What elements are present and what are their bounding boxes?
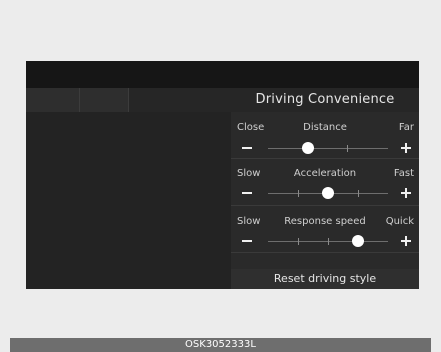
driving-convenience-panel: Close Distance Far Slow Acceleration Fas…	[231, 112, 419, 289]
distance-right-label: Far	[398, 122, 414, 133]
response-speed-slider[interactable]	[268, 235, 388, 247]
caption-bar: OSK3052333L	[10, 338, 431, 352]
distance-increase-button[interactable]	[399, 141, 413, 155]
slider-tick	[347, 145, 348, 152]
slider-tick	[328, 238, 329, 245]
response-speed-right-label: Quick	[385, 216, 414, 227]
slider-tick	[298, 190, 299, 197]
slider-tick	[298, 238, 299, 245]
response-speed-decrease-button[interactable]	[240, 234, 254, 248]
response-speed-increase-button[interactable]	[399, 234, 413, 248]
panel-title: Driving Convenience	[255, 92, 395, 107]
top-status-bar	[26, 61, 419, 88]
slider-knob[interactable]	[302, 142, 314, 154]
reset-driving-style-button[interactable]: Reset driving style	[231, 269, 419, 289]
left-content-area	[26, 112, 231, 289]
image-caption: OSK3052333L	[185, 339, 256, 350]
acceleration-increase-button[interactable]	[399, 186, 413, 200]
acceleration-slider[interactable]	[268, 187, 388, 199]
response-speed-setting: Slow Response speed Quick	[231, 206, 419, 253]
reset-driving-style-label: Reset driving style	[273, 272, 377, 285]
distance-decrease-button[interactable]	[240, 141, 254, 155]
slider-tick	[358, 190, 359, 197]
acceleration-label: Acceleration	[293, 168, 357, 179]
distance-setting: Close Distance Far	[231, 112, 419, 159]
acceleration-decrease-button[interactable]	[240, 186, 254, 200]
acceleration-right-label: Fast	[393, 168, 414, 179]
infotainment-screen: Driving Convenience Close Distance Far S…	[26, 61, 419, 289]
slider-knob[interactable]	[322, 187, 334, 199]
distance-slider[interactable]	[268, 142, 388, 154]
slider-knob[interactable]	[352, 235, 364, 247]
acceleration-setting: Slow Acceleration Fast	[231, 159, 419, 206]
left-tab-1[interactable]	[26, 88, 80, 112]
distance-label: Distance	[303, 122, 347, 133]
left-tab-2[interactable]	[80, 88, 129, 112]
